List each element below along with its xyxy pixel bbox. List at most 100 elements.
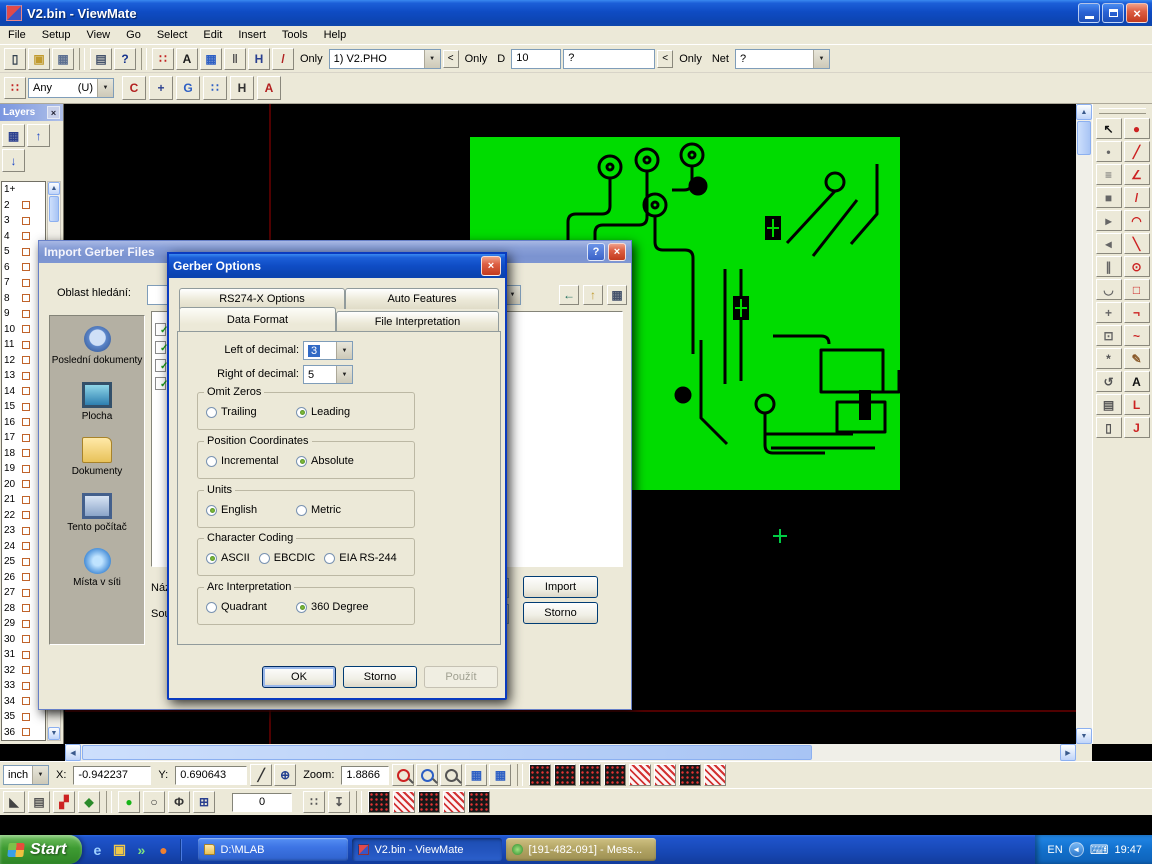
clock[interactable]: 19:47 xyxy=(1114,844,1142,856)
layer-swatch[interactable] xyxy=(22,496,30,504)
drawing-tool-button[interactable]: ▤ xyxy=(1096,394,1122,415)
dialog-help-button[interactable]: ? xyxy=(587,243,605,261)
toolbar-icon-button[interactable]: ∷ xyxy=(152,48,174,70)
radio-option[interactable]: Trailing xyxy=(206,406,296,418)
drawing-tool-button[interactable]: ✎ xyxy=(1124,348,1150,369)
layer-swatch[interactable] xyxy=(22,294,30,302)
scroll-up-icon[interactable]: ▲ xyxy=(1076,104,1092,120)
status2-tool-button[interactable]: ◣ xyxy=(3,791,25,813)
language-indicator[interactable]: EN xyxy=(1047,844,1062,856)
toolbar-icon-button[interactable]: ▦ xyxy=(200,48,222,70)
status2-tool-button[interactable] xyxy=(368,791,390,813)
layers-toolbar-button[interactable]: ↓ xyxy=(2,149,25,172)
zoom-tool-button[interactable] xyxy=(440,764,462,786)
layer-prev-button[interactable]: < xyxy=(443,50,459,68)
drawing-tool-button[interactable]: ▯ xyxy=(1096,417,1122,438)
toolbar-icon-button[interactable]: ‖ xyxy=(224,48,246,70)
layers-toolbar-button[interactable]: ↑ xyxy=(27,124,50,147)
toolbar-grip[interactable] xyxy=(1099,108,1146,114)
layer-row[interactable]: 35 xyxy=(2,709,45,725)
drawing-tool-button[interactable]: + xyxy=(1096,302,1122,323)
scrollbar-thumb[interactable] xyxy=(49,196,59,222)
layer-swatch[interactable] xyxy=(22,589,30,597)
selection-tool-button[interactable]: A xyxy=(257,76,281,100)
minimize-button[interactable] xyxy=(1078,3,1100,23)
ok-button[interactable]: OK xyxy=(262,666,336,688)
status2-tool-button[interactable] xyxy=(393,791,415,813)
menu-item[interactable]: Insert xyxy=(230,27,274,43)
menu-item[interactable]: Help xyxy=(316,27,355,43)
scrollbar-thumb[interactable] xyxy=(82,745,812,760)
toolbar-icon-button[interactable]: / xyxy=(272,48,294,70)
drawing-tool-button[interactable]: ◡ xyxy=(1096,279,1122,300)
layer-swatch[interactable] xyxy=(22,418,30,426)
radio-option[interactable]: ASCII xyxy=(206,552,250,564)
task-button[interactable]: D:\MLAB xyxy=(198,838,348,861)
layer-swatch[interactable] xyxy=(22,310,30,318)
task-button[interactable]: [191-482-091] - Mess... xyxy=(506,838,656,861)
status2-tool-button[interactable] xyxy=(443,791,465,813)
dialog-close-button[interactable]: × xyxy=(608,243,626,261)
dialog-toolbar-button[interactable]: ↑ xyxy=(583,285,603,305)
close-button[interactable]: × xyxy=(1126,3,1148,23)
layer-swatch[interactable] xyxy=(22,434,30,442)
place-item[interactable]: Poslední dokumenty xyxy=(51,326,143,367)
drawing-tool-button[interactable]: ⊙ xyxy=(1124,256,1150,277)
radio-option[interactable]: EIA RS-244 xyxy=(324,552,396,564)
chevron-down-icon[interactable]: ▼ xyxy=(424,50,440,68)
dcode-input[interactable]: 10 xyxy=(511,49,561,69)
radio-option[interactable]: Absolute xyxy=(296,455,386,467)
film-pattern-button[interactable] xyxy=(554,764,576,786)
drawing-tool-button[interactable]: □ xyxy=(1124,279,1150,300)
layers-toolbar-button[interactable]: ▦ xyxy=(2,124,25,147)
status-tool-button[interactable]: ⊕ xyxy=(274,764,296,786)
layer-swatch[interactable] xyxy=(22,713,30,721)
menu-item[interactable]: Setup xyxy=(34,27,79,43)
place-item[interactable]: Místa v síti xyxy=(51,548,143,589)
only-net-label[interactable]: Only xyxy=(679,53,702,65)
toolbar-icon-button[interactable]: ? xyxy=(114,48,136,70)
selection-tool-button[interactable]: H xyxy=(230,76,254,100)
toolbar-icon-button[interactable]: A xyxy=(176,48,198,70)
y-coordinate-field[interactable]: 0.690643 xyxy=(175,766,247,785)
layer-swatch[interactable] xyxy=(22,697,30,705)
radio-option[interactable]: Metric xyxy=(296,504,386,516)
layer-swatch[interactable] xyxy=(22,651,30,659)
status2-tool-button[interactable]: ◆ xyxy=(78,791,100,813)
layer-swatch[interactable] xyxy=(22,620,30,628)
layer-swatch[interactable] xyxy=(22,279,30,287)
drawing-tool-button[interactable]: ■ xyxy=(1096,187,1122,208)
toolbar-icon-button[interactable]: H xyxy=(248,48,270,70)
film-pattern-button[interactable] xyxy=(529,764,551,786)
place-item[interactable]: Dokumenty xyxy=(51,437,143,478)
radio-option[interactable]: Quadrant xyxy=(206,601,296,613)
drawing-tool-button[interactable]: ↺ xyxy=(1096,371,1122,392)
layers-close-button[interactable]: × xyxy=(47,106,60,119)
select-filter-combo[interactable]: Any (U) ▼ xyxy=(28,78,114,98)
layer-swatch[interactable] xyxy=(22,527,30,535)
scroll-up-icon[interactable]: ▲ xyxy=(48,182,60,195)
layers-panel-titlebar[interactable]: Layers × xyxy=(0,104,63,121)
menu-item[interactable]: File xyxy=(0,27,34,43)
toolbar-icon-button[interactable]: ▤ xyxy=(90,48,112,70)
grid-tool-button[interactable]: ▦ xyxy=(489,764,511,786)
layer-swatch[interactable] xyxy=(22,232,30,240)
drawing-tool-button[interactable]: ╲ xyxy=(1124,233,1150,254)
gerber-dialog-titlebar[interactable]: Gerber Options × xyxy=(169,254,505,278)
grid-tool-button[interactable]: ▦ xyxy=(465,764,487,786)
layer-swatch[interactable] xyxy=(22,682,30,690)
only-dcode-label[interactable]: Only xyxy=(465,53,488,65)
quick-launch-icon[interactable]: ▣ xyxy=(110,841,128,859)
drawing-tool-button[interactable]: A xyxy=(1124,371,1150,392)
layer-swatch[interactable] xyxy=(22,728,30,736)
status2-tool-button[interactable]: ↧ xyxy=(328,791,350,813)
film-pattern-button[interactable] xyxy=(654,764,676,786)
drawing-tool-button[interactable]: ⊡ xyxy=(1096,325,1122,346)
chevron-down-icon[interactable]: ▼ xyxy=(336,366,352,383)
toolbar-icon-button[interactable]: ▯ xyxy=(4,48,26,70)
keyboard-icon[interactable]: ⌨ xyxy=(1090,842,1109,858)
left-decimal-select[interactable]: 3 ▼ xyxy=(303,341,353,360)
layer-swatch[interactable] xyxy=(22,573,30,581)
layer-swatch[interactable] xyxy=(22,201,30,209)
menu-item[interactable]: Select xyxy=(149,27,196,43)
